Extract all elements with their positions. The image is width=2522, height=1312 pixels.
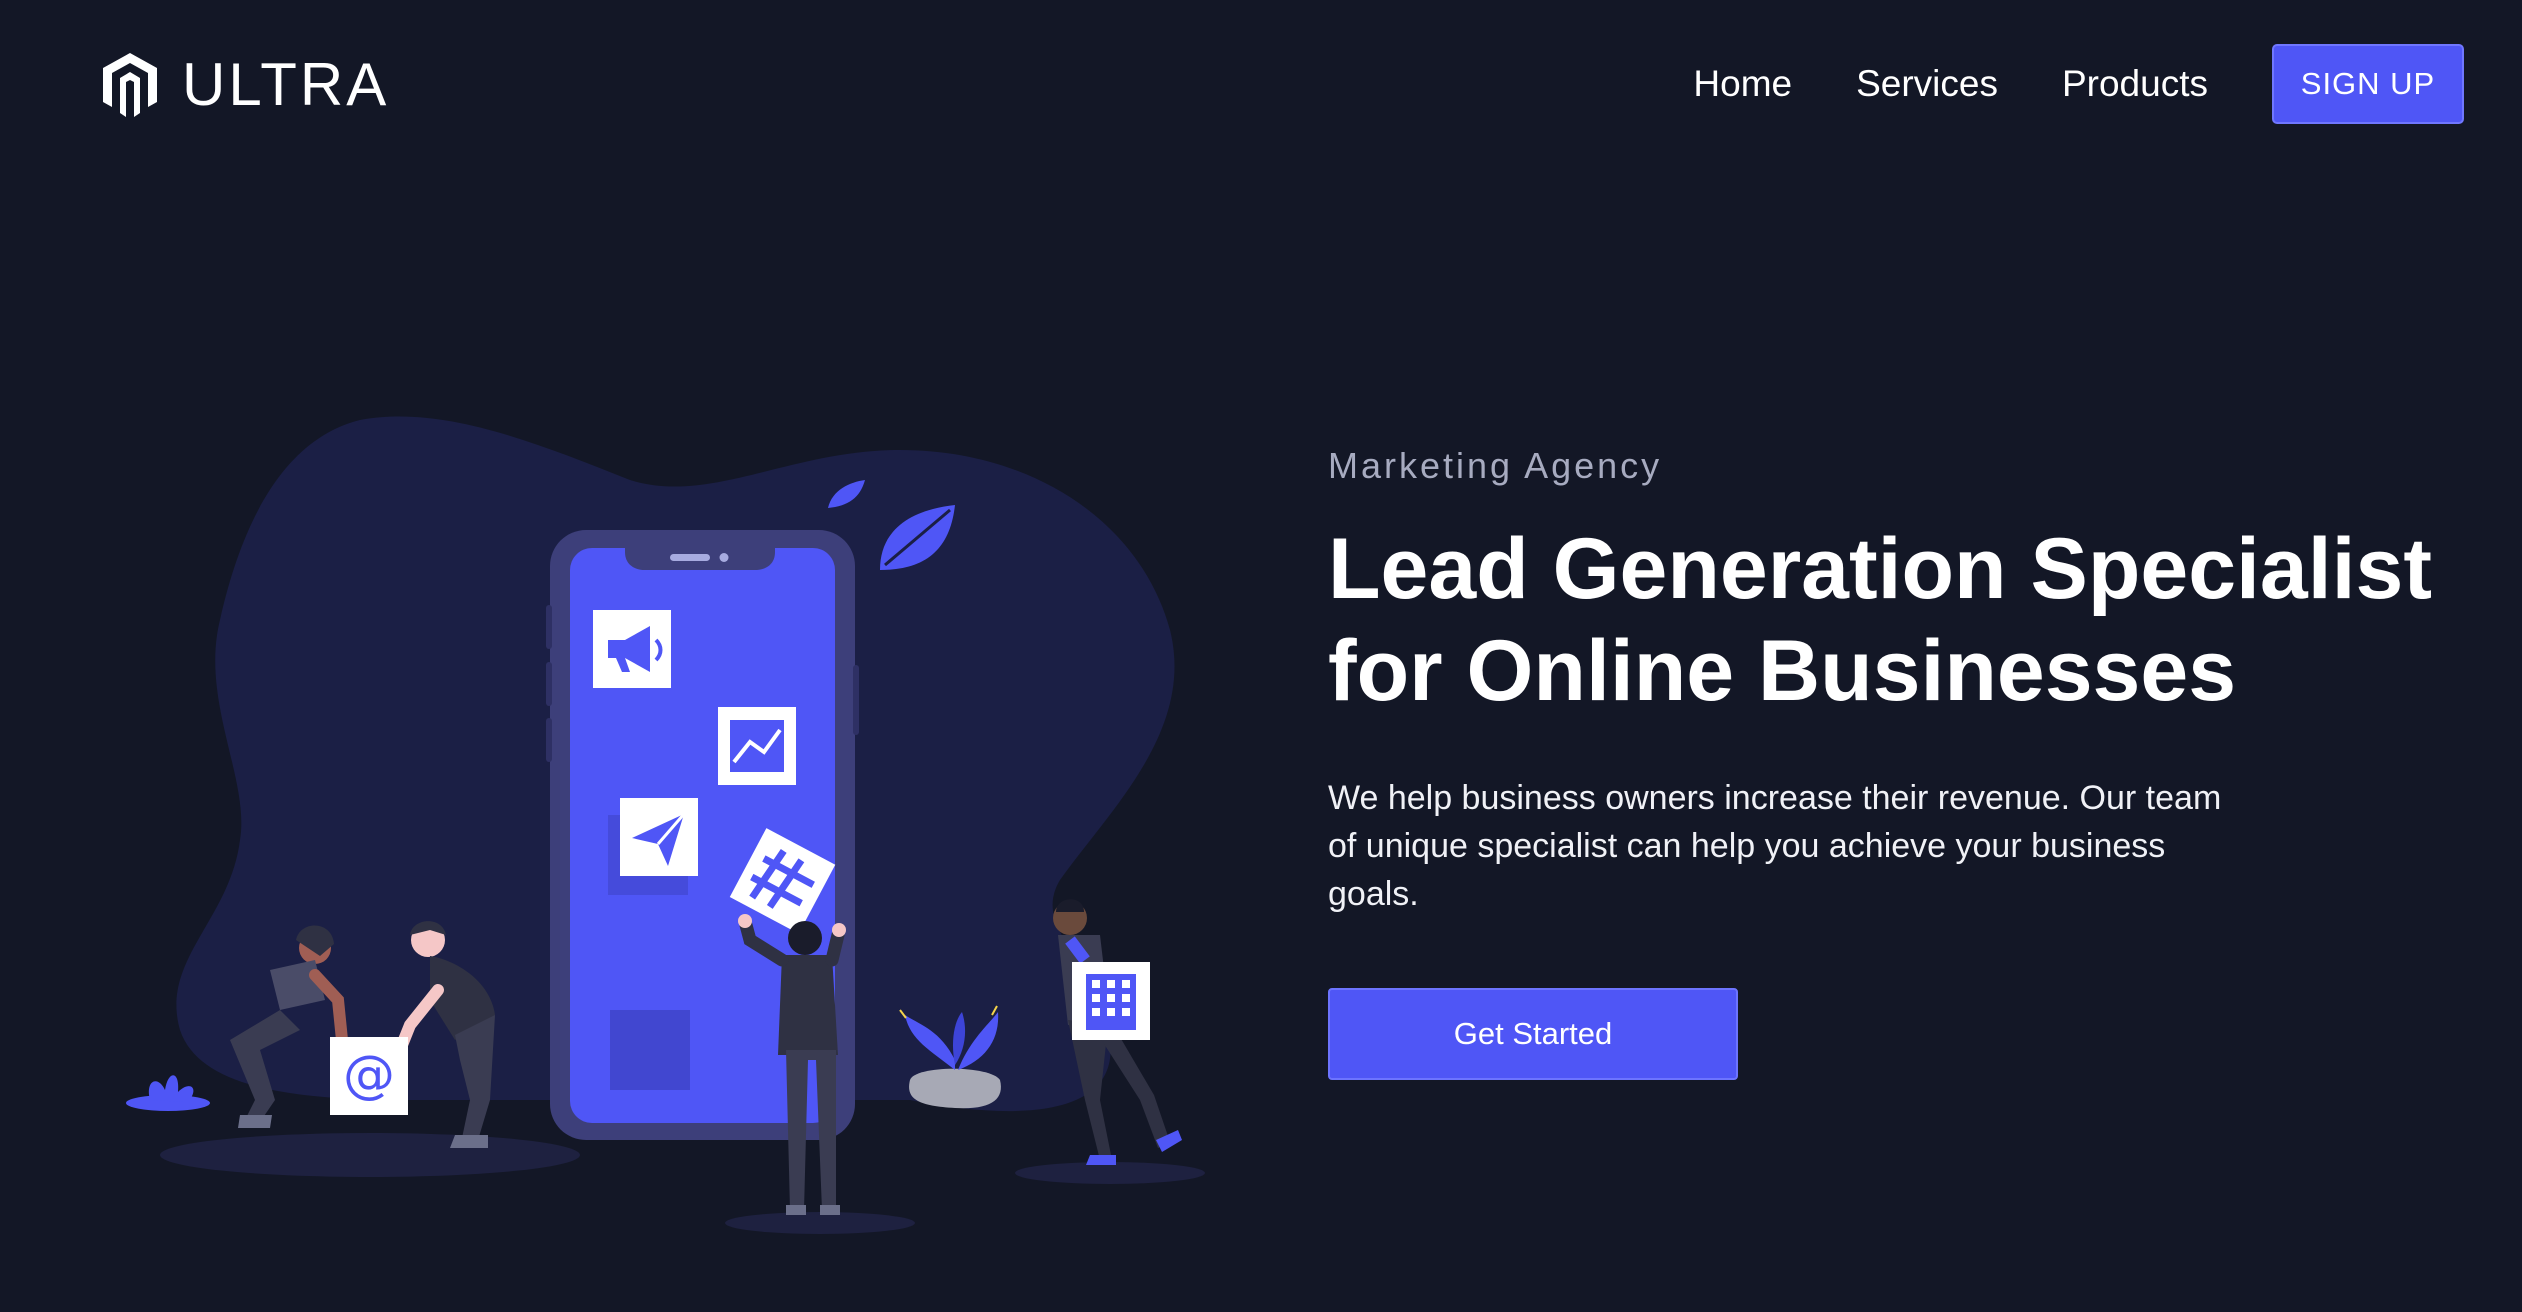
- ground-shadow: [725, 1212, 915, 1234]
- ground-shadow: [1015, 1162, 1205, 1184]
- ground-shadow: [160, 1133, 580, 1177]
- navbar: ULTRA Home Services Products SIGN UP: [0, 0, 2522, 170]
- hero-headline-line1: Lead Generation Specialist: [1328, 521, 2433, 617]
- brand-logo[interactable]: ULTRA: [100, 50, 389, 120]
- marketing-illustration: @: [126, 416, 1205, 1234]
- get-started-button[interactable]: Get Started: [1328, 988, 1738, 1080]
- nav-item-home[interactable]: Home: [1693, 63, 1792, 105]
- plant-left: [126, 1075, 210, 1111]
- paper-plane-icon: [620, 798, 698, 876]
- at-sign-icon: @: [330, 1037, 408, 1115]
- hero-headline: Lead Generation Specialist for Online Bu…: [1328, 518, 2478, 722]
- hexagon-m-icon: [103, 53, 157, 117]
- hero-section: Marketing Agency Lead Generation Special…: [1328, 438, 2478, 1080]
- building-icon: [1072, 962, 1150, 1040]
- brand-name: ULTRA: [182, 51, 390, 118]
- main-nav: Home Services Products SIGN UP: [1693, 42, 2522, 126]
- chart-icon: [718, 707, 796, 785]
- nav-item-services[interactable]: Services: [1856, 63, 1998, 105]
- svg-text:@: @: [343, 1045, 395, 1105]
- megaphone-icon: [593, 610, 671, 688]
- hero-headline-line2: for Online Businesses: [1328, 623, 2237, 719]
- hero-illustration: @: [110, 400, 1260, 1250]
- sign-up-button[interactable]: SIGN UP: [2272, 44, 2464, 124]
- hero-eyebrow: Marketing Agency: [1328, 445, 1663, 486]
- hero-description: We help business owners increase their r…: [1328, 779, 2222, 913]
- nav-item-products[interactable]: Products: [2062, 63, 2208, 105]
